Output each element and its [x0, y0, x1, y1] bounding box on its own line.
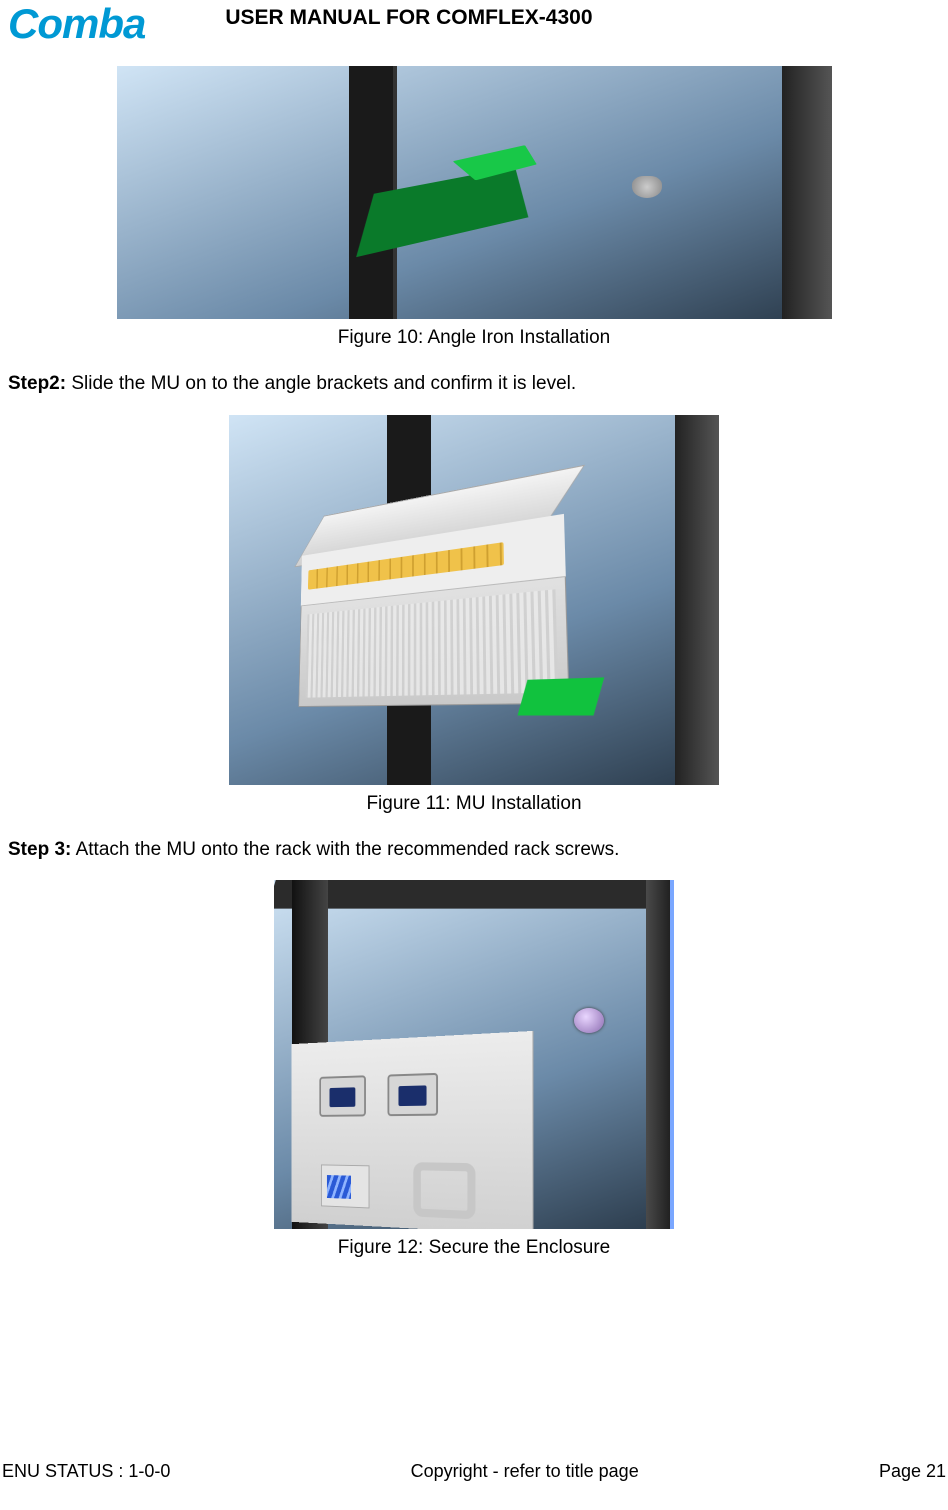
footer-copyright: Copyright - refer to title page	[411, 1461, 639, 1482]
figure-12-caption: Figure 12: Secure the Enclosure	[8, 1237, 940, 1259]
step-2-text: Slide the MU on to the angle brackets an…	[66, 373, 576, 394]
document-title: USER MANUAL FOR COMFLEX-4300	[225, 6, 592, 30]
figure-10-caption: Figure 10: Angle Iron Installation	[8, 327, 940, 349]
step-2-line: Step2: Slide the MU on to the angle brac…	[8, 371, 940, 397]
figure-12-image	[274, 880, 674, 1229]
page-footer: ENU STATUS : 1-0-0 Copyright - refer to …	[0, 1461, 948, 1482]
figure-10-image	[117, 66, 832, 319]
figure-12-block: Figure 12: Secure the Enclosure	[8, 880, 940, 1259]
step-3-label: Step 3:	[8, 839, 71, 860]
figure-11-caption: Figure 11: MU Installation	[8, 793, 940, 815]
page-header: Comba USER MANUAL FOR COMFLEX-4300	[8, 0, 940, 48]
brand-logo: Comba	[8, 0, 145, 48]
step-3-line: Step 3: Attach the MU onto the rack with…	[8, 837, 940, 863]
footer-page-number: Page 21	[879, 1461, 946, 1482]
figure-11-block: Figure 11: MU Installation	[8, 415, 940, 815]
logo-text: Comba	[8, 0, 145, 48]
step-3-text: Attach the MU onto the rack with the rec…	[71, 839, 619, 860]
figure-10-block: Figure 10: Angle Iron Installation	[8, 48, 940, 349]
footer-status: ENU STATUS : 1-0-0	[2, 1461, 170, 1482]
figure-11-image	[229, 415, 719, 785]
step-2-label: Step2:	[8, 373, 66, 394]
